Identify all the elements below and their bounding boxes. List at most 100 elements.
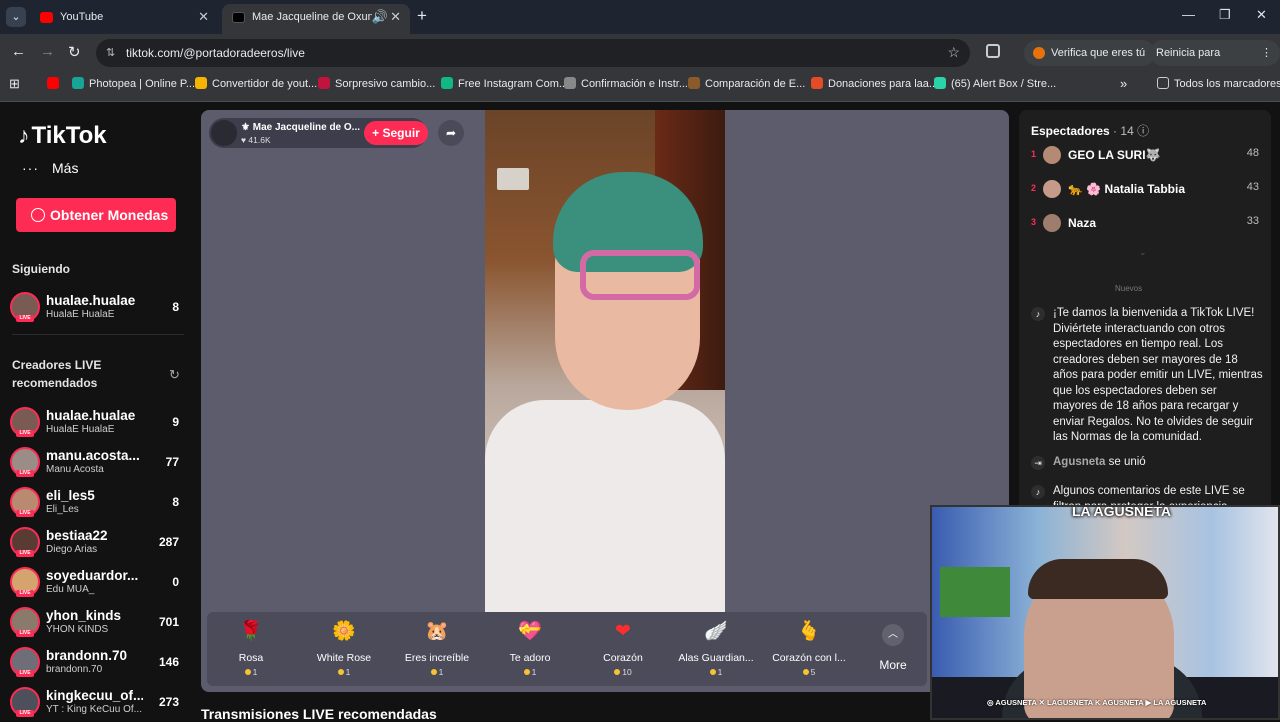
get-coins-button[interactable]: Obtener Monedas [16,198,176,232]
avatar: LIVE [10,607,40,637]
gift-item[interactable]: 🌹 Rosa 1 [207,620,295,677]
avatar: LIVE [10,292,40,322]
creator-item[interactable]: LIVE bestiaa22 Diego Arias 287 [10,526,185,560]
expand-icon[interactable]: ⌄ [1139,247,1147,258]
creators-title: Creadores LIVE [12,358,102,372]
share-icon[interactable]: ➦ [438,120,464,146]
creator-item[interactable]: LIVE kingkecuu_of... YT : King KeCuu Of...… [10,686,185,720]
viewers-header[interactable]: Espectadores · 14 ⓘ [1031,122,1149,139]
viewer-row[interactable]: 1 GEO LA SURI🐺 48 [1031,144,1261,168]
wings-icon: 🪽 [704,621,728,642]
more-menu[interactable]: ··· Más [22,160,78,176]
gift-item[interactable]: 🪽 Alas Guardian... 1 [672,620,760,677]
close-tab-icon[interactable]: ✕ [198,4,209,30]
close-tab-icon[interactable]: ✕ [390,4,401,30]
coin-icon [523,669,530,675]
site-icon [688,77,700,89]
gift-item[interactable]: 🌼 White Rose 1 [300,620,388,677]
gmail-icon [564,77,576,89]
following-user[interactable]: LIVE hualae.hualae HualaE HualaE 8 [10,291,185,325]
site-info-icon[interactable]: ⇅ [106,46,115,59]
bookmark-item[interactable]: Free Instagram Com... [441,77,568,91]
extensions-icon[interactable] [986,44,1000,58]
coin-icon [337,669,344,675]
creator-item[interactable]: LIVE soyeduardor... Edu MUA_ 0 [10,566,185,600]
webcam-hair [1028,559,1168,599]
menu-dots-icon: ⋮ [1261,47,1272,59]
viewer-row[interactable]: 2 🐆 🌸 Natalia Tabbia 43 [1031,178,1261,202]
bookmark-star-icon[interactable]: ☆ [947,44,960,61]
more-bookmarks-icon[interactable]: » [1120,77,1127,91]
live-stage: ⚜ Mae Jacqueline de O... ♥ 41.6K + Segui… [201,110,1009,692]
refresh-icon[interactable]: ↻ [169,367,180,383]
avatar: LIVE [10,487,40,517]
bookmark-item[interactable]: Sorpresivo cambio... [318,77,435,91]
enter-icon: ⇥ [1031,456,1045,470]
hamster-icon: 🐹 [425,621,449,642]
live-badge: LIVE [16,670,34,677]
gift-item[interactable]: ❤ Corazón 10 [579,620,667,677]
youtube-icon [40,12,53,23]
verify-button[interactable]: Verifica que eres tú [1024,40,1156,66]
coin-icon [430,669,437,675]
coin-icon [614,669,621,675]
apps-grid-icon[interactable]: ⊞ [9,77,20,91]
bookmarks-bar: ⊞ Photopea | Online P... Convertidor de … [0,71,1280,102]
folder-icon [1157,77,1169,89]
gift-item[interactable]: 🫰 Corazón con l... 5 [765,620,853,677]
url-bar[interactable]: ⇅ tiktok.com/@portadoradeeros/live ☆ [96,39,970,67]
gift-item[interactable]: 💝 Te adoro 1 [486,620,574,677]
live-badge: LIVE [16,710,34,717]
gift-item[interactable]: 🐹 Eres increíble 1 [393,620,481,677]
more-gifts-button[interactable]: ︿ More [879,624,907,672]
gift-bar: 🌹 Rosa 1 🌼 White Rose 1 🐹 Eres increíble 1 💝 Te… [207,612,927,686]
tab-search-button[interactable]: ⌄ [6,7,26,27]
video-glasses [580,250,700,300]
like-count: ♥ 41.6K [241,135,271,145]
video-outlet [497,168,529,190]
creator-item[interactable]: LIVE brandonn.70 brandonn.70 146 [10,646,185,680]
bookmark-item[interactable]: Comparación de E... [688,77,805,91]
tiktok-logo[interactable]: ♪TikTok [18,122,107,150]
creator-item[interactable]: LIVE yhon_kinds YHON KINDS 701 [10,606,185,640]
bookmark-item[interactable]: Convertidor de yout... [195,77,317,91]
forward-button[interactable]: → [40,43,55,60]
w-icon [441,77,453,89]
alert-icon [1033,47,1045,59]
audio-icon[interactable]: 🔊 [372,4,388,30]
live-video[interactable] [485,110,725,612]
chevron-up-icon: ︿ [882,624,904,646]
live-badge: LIVE [16,590,34,597]
all-bookmarks[interactable]: Todos los marcadores [1157,77,1280,91]
creators-title: recomendados [12,376,98,390]
update-button[interactable]: Reinicia para actualizar⋮ [1150,40,1280,85]
tab-youtube[interactable]: YouTube ✕ [30,4,218,34]
maximize-button[interactable]: ❐ [1219,7,1231,23]
creator-item[interactable]: LIVE manu.acosta... Manu Acosta 77 [10,446,185,480]
live-badge: LIVE [16,550,34,557]
avatar [1043,180,1061,198]
close-window-button[interactable]: ✕ [1256,7,1267,23]
bookmark-item[interactable]: (65) Alert Box / Stre... [934,77,1056,91]
creator-item[interactable]: LIVE hualae.hualae HualaE HualaE 9 [10,406,185,440]
sidebar: ♪TikTok ··· Más Obtener Monedas Siguiendo… [0,102,195,720]
minimize-button[interactable]: — [1182,7,1195,22]
avatar: LIVE [10,567,40,597]
bookmark-item[interactable]: Donaciones para laa... [811,77,938,91]
reload-button[interactable]: ↻ [68,43,81,61]
overlay-logo: LA AGUSNETA [1072,505,1172,519]
back-button[interactable]: ← [11,43,26,60]
viewer-row[interactable]: 3 Naza 33 [1031,212,1261,236]
follow-button[interactable]: + Seguir [364,121,428,145]
bookmark-item[interactable]: Confirmación e Instr... [564,77,688,91]
avatar: LIVE [10,687,40,717]
coin-icon [31,208,45,222]
tab-tiktok[interactable]: Mae Jacqueline de Oxun 🔊 ✕ [222,4,410,34]
avatar: LIVE [10,527,40,557]
new-label: Nuevos [1115,284,1143,293]
new-tab-button[interactable]: + [417,6,427,26]
creator-item[interactable]: LIVE eli_les5 Eli_Les 8 [10,486,185,520]
bookmark-item[interactable]: Photopea | Online P... [72,77,195,91]
avatar [1043,146,1061,164]
bookmark-item[interactable] [47,77,64,91]
